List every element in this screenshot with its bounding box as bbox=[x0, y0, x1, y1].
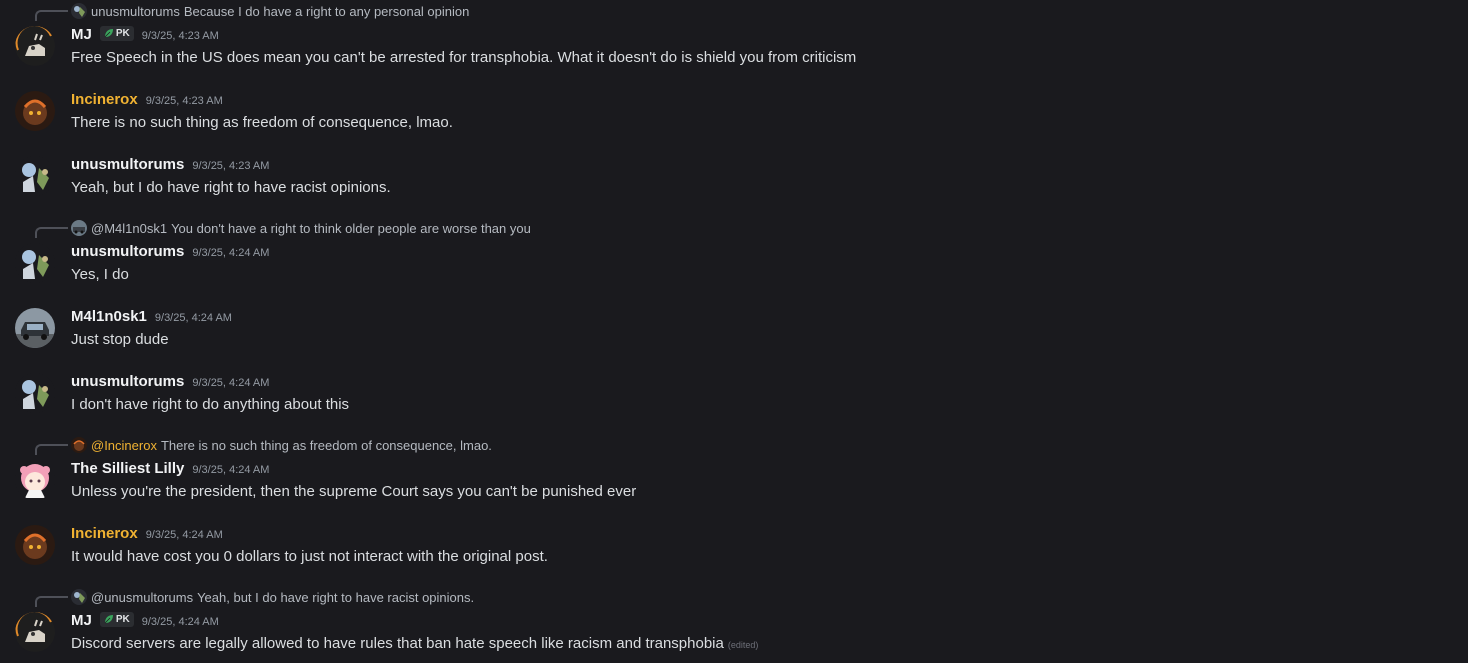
avatar[interactable] bbox=[15, 91, 55, 131]
username[interactable]: MJ bbox=[71, 612, 92, 629]
timestamp[interactable]: 9/3/25, 4:24 AM bbox=[192, 464, 269, 476]
message-content: Unless you're the president, then the su… bbox=[71, 483, 637, 500]
message-content: It would have cost you 0 dollars to just… bbox=[71, 548, 548, 565]
reply-author[interactable]: @M4l1n0sk1 bbox=[91, 221, 167, 236]
reply-author[interactable]: @unusmultorums bbox=[91, 590, 193, 605]
leaf-icon bbox=[104, 615, 113, 624]
message-header: unusmultorums 9/3/25, 4:24 AM bbox=[71, 373, 269, 390]
username[interactable]: M4l1n0sk1 bbox=[71, 308, 147, 325]
avatar[interactable] bbox=[15, 373, 55, 413]
reply-spine bbox=[35, 227, 68, 238]
reply-spine bbox=[35, 444, 68, 455]
timestamp[interactable]: 9/3/25, 4:23 AM bbox=[146, 95, 223, 107]
avatar[interactable] bbox=[15, 525, 55, 565]
message-content: There is no such thing as freedom of con… bbox=[71, 114, 453, 131]
avatar[interactable] bbox=[15, 26, 55, 66]
pk-badge[interactable]: PK bbox=[99, 25, 134, 41]
reply-author[interactable]: unusmultorums bbox=[91, 4, 180, 19]
message-text: Discord servers are legally allowed to h… bbox=[71, 635, 724, 652]
reply-avatar bbox=[71, 3, 87, 19]
username[interactable]: Incinerox bbox=[71, 525, 138, 542]
message-content: Just stop dude bbox=[71, 331, 169, 348]
message-content: Yes, I do bbox=[71, 266, 129, 283]
reply-text[interactable]: You don't have a right to think older pe… bbox=[171, 221, 531, 236]
message-header: MJ PK 9/3/25, 4:23 AM bbox=[71, 25, 219, 43]
reply-avatar bbox=[71, 589, 87, 605]
reply-preview[interactable]: unusmultorums Because I do have a right … bbox=[0, 2, 900, 21]
message-content: I don't have right to do anything about … bbox=[71, 396, 350, 413]
reply-text[interactable]: There is no such thing as freedom of con… bbox=[161, 438, 492, 453]
reply-text[interactable]: Yeah, but I do have right to have racist… bbox=[197, 590, 474, 605]
reply-text[interactable]: Because I do have a right to any persona… bbox=[184, 4, 469, 19]
timestamp[interactable]: 9/3/25, 4:23 AM bbox=[142, 30, 219, 42]
avatar[interactable] bbox=[15, 612, 55, 652]
avatar[interactable] bbox=[15, 308, 55, 348]
reply-avatar bbox=[71, 437, 87, 453]
edited-label[interactable]: (edited) bbox=[728, 640, 759, 650]
timestamp[interactable]: 9/3/25, 4:24 AM bbox=[155, 312, 232, 324]
username[interactable]: Incinerox bbox=[71, 91, 138, 108]
message-header: M4l1n0sk1 9/3/25, 4:24 AM bbox=[71, 308, 232, 325]
timestamp[interactable]: 9/3/25, 4:24 AM bbox=[142, 616, 219, 628]
avatar[interactable] bbox=[15, 243, 55, 283]
username[interactable]: unusmultorums bbox=[71, 243, 184, 260]
message-header: The Silliest Lilly 9/3/25, 4:24 AM bbox=[71, 460, 269, 477]
timestamp[interactable]: 9/3/25, 4:24 AM bbox=[192, 247, 269, 259]
timestamp[interactable]: 9/3/25, 4:24 AM bbox=[192, 377, 269, 389]
reply-avatar bbox=[71, 220, 87, 236]
message-content: Discord servers are legally allowed to h… bbox=[71, 635, 758, 652]
reply-spine bbox=[35, 10, 68, 21]
reply-spine bbox=[35, 596, 68, 607]
reply-preview[interactable]: @Incinerox There is no such thing as fre… bbox=[0, 436, 900, 455]
pk-badge[interactable]: PK bbox=[99, 611, 134, 627]
message-header: MJ PK 9/3/25, 4:24 AM bbox=[71, 611, 219, 629]
message-header: unusmultorums 9/3/25, 4:23 AM bbox=[71, 156, 269, 173]
username[interactable]: unusmultorums bbox=[71, 373, 184, 390]
message-header: Incinerox 9/3/25, 4:23 AM bbox=[71, 91, 223, 108]
leaf-icon bbox=[104, 29, 113, 38]
avatar[interactable] bbox=[15, 460, 55, 500]
username[interactable]: The Silliest Lilly bbox=[71, 460, 184, 477]
username[interactable]: MJ bbox=[71, 26, 92, 43]
reply-preview[interactable]: @unusmultorums Yeah, but I do have right… bbox=[0, 588, 900, 607]
message-header: Incinerox 9/3/25, 4:24 AM bbox=[71, 525, 223, 542]
message-content: Free Speech in the US does mean you can'… bbox=[71, 49, 857, 66]
avatar[interactable] bbox=[15, 156, 55, 196]
username[interactable]: unusmultorums bbox=[71, 156, 184, 173]
timestamp[interactable]: 9/3/25, 4:23 AM bbox=[192, 160, 269, 172]
timestamp[interactable]: 9/3/25, 4:24 AM bbox=[146, 529, 223, 541]
message-header: unusmultorums 9/3/25, 4:24 AM bbox=[71, 243, 269, 260]
pk-label: PK bbox=[115, 613, 130, 625]
reply-preview[interactable]: @M4l1n0sk1 You don't have a right to thi… bbox=[0, 219, 900, 238]
reply-author[interactable]: @Incinerox bbox=[91, 438, 157, 453]
message-content: Yeah, but I do have right to have racist… bbox=[71, 179, 391, 196]
pk-label: PK bbox=[115, 27, 130, 39]
